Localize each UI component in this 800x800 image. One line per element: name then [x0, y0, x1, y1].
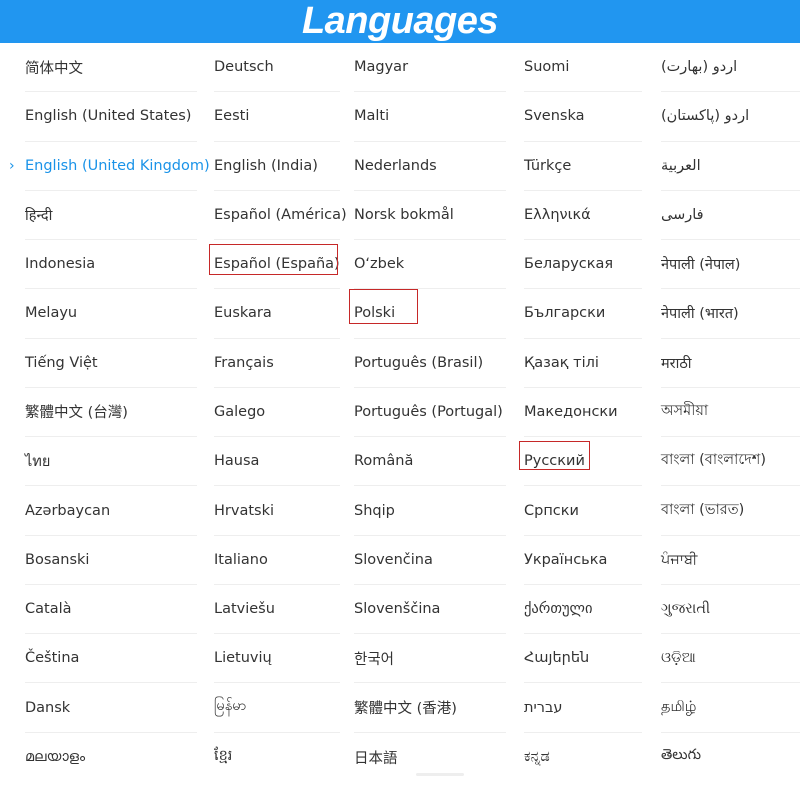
language-item[interactable]: Türkçe [524, 142, 642, 191]
language-item-selected[interactable]: › English (United Kingdom) [9, 142, 210, 191]
language-item[interactable]: עברית [524, 683, 642, 733]
language-item[interactable]: Հայերեն [524, 634, 642, 684]
language-item[interactable]: Čeština [25, 634, 197, 684]
language-item[interactable]: Indonesia [25, 240, 197, 290]
language-item[interactable]: 繁體中文 (台灣) [25, 388, 197, 438]
language-item[interactable]: Polski [354, 289, 506, 339]
language-item[interactable]: Қазақ тілі [524, 339, 642, 388]
language-item[interactable]: ଓଡ଼ିଆ [661, 634, 800, 684]
language-item[interactable]: Norsk bokmål [354, 191, 506, 241]
language-grid: 简体中文 English (United States) › English (… [0, 43, 800, 800]
header-bar: Languages [0, 0, 800, 43]
language-item[interactable]: ខ្មែរ [214, 733, 340, 782]
language-item[interactable]: Español (América) [214, 191, 347, 241]
language-item[interactable]: English (India) [214, 142, 340, 191]
language-item[interactable]: বাংলা (বাংলাদেশ) [661, 437, 800, 487]
page-title: Languages [301, 0, 499, 42]
language-item[interactable]: Hausa [214, 437, 340, 487]
language-item[interactable]: नेपाली (भारत) [661, 289, 800, 339]
language-item[interactable]: Bosanski [25, 536, 197, 585]
language-item[interactable]: ಕನ್ನಡ [524, 733, 642, 782]
language-column-3: Magyar Malti Nederlands Norsk bokmål O‘z… [354, 43, 506, 782]
language-column-4: Suomi Svenska Türkçe Ελληνικά Беларуская… [524, 43, 642, 782]
language-item[interactable]: ગુજરાતી [661, 585, 800, 635]
language-item[interactable]: Tiếng Việt [25, 339, 197, 388]
language-item[interactable]: বাংলা (ভারত) [661, 486, 800, 536]
language-item[interactable]: Русский [524, 437, 642, 487]
language-item[interactable]: Shqip [354, 486, 506, 536]
language-item[interactable]: Slovenščina [354, 585, 506, 635]
language-item[interactable]: Ελληνικά [524, 191, 642, 241]
language-item[interactable]: Português (Brasil) [354, 339, 506, 388]
language-item[interactable]: Slovenčina [354, 536, 506, 585]
language-item[interactable]: Català [25, 585, 197, 635]
language-column-2: Deutsch Eesti English (India) Español (A… [214, 43, 347, 782]
language-item[interactable]: Melayu [25, 289, 197, 339]
language-item[interactable]: ไทย [25, 437, 197, 487]
language-item[interactable]: 繁體中文 (香港) [354, 683, 506, 733]
language-label: English (United Kingdom) [25, 157, 210, 174]
language-item[interactable]: O‘zbek [354, 240, 506, 290]
selected-chevron-icon: › [9, 157, 15, 174]
language-item[interactable]: Nederlands [354, 142, 506, 191]
language-item[interactable]: Dansk [25, 683, 197, 733]
language-column-5: اردو (بھارت) اردو (پاکستان) العربية فارس… [661, 43, 800, 782]
language-item[interactable]: नेपाली (नेपाल) [661, 240, 800, 290]
language-item[interactable]: اردو (بھارت) [661, 43, 800, 93]
language-item[interactable]: Italiano [214, 536, 340, 585]
language-item[interactable]: Deutsch [214, 43, 340, 93]
language-item[interactable]: ქართული [524, 585, 642, 635]
language-item[interactable]: ਪੰਜਾਬੀ [661, 536, 800, 585]
language-item[interactable]: Українська [524, 536, 642, 585]
language-item[interactable]: हिन्दी [25, 191, 197, 241]
language-item[interactable]: Galego [214, 388, 340, 438]
language-item[interactable]: മലയാളം [25, 733, 197, 782]
language-item[interactable]: اردو (پاکستان) [661, 92, 800, 142]
language-item[interactable]: Беларуская [524, 240, 642, 290]
language-item[interactable]: Lietuvių [214, 634, 340, 684]
language-item[interactable]: Hrvatski [214, 486, 340, 536]
language-item[interactable]: 简体中文 [25, 43, 197, 93]
language-item[interactable]: English (United States) [25, 92, 197, 142]
language-item[interactable]: Български [524, 289, 642, 339]
language-item[interactable]: Malti [354, 92, 506, 142]
language-item[interactable]: فارسی [661, 191, 800, 241]
language-item[interactable]: Euskara [214, 289, 340, 339]
language-item[interactable]: Suomi [524, 43, 642, 93]
language-item[interactable]: मराठी [661, 339, 800, 388]
language-item[interactable]: Français [214, 339, 340, 388]
scroll-indicator [416, 773, 464, 776]
language-item[interactable]: Македонски [524, 388, 642, 438]
language-item[interactable]: Svenska [524, 92, 642, 142]
language-item[interactable]: Српски [524, 486, 642, 536]
language-item[interactable]: অসমীয়া [661, 388, 800, 438]
language-item[interactable]: 한국어 [354, 634, 506, 684]
language-item[interactable]: မြန်မာ [214, 683, 340, 733]
language-column-1: 简体中文 English (United States) › English (… [9, 43, 210, 782]
language-item[interactable]: தமிழ் [661, 683, 800, 733]
language-item[interactable]: Eesti [214, 92, 340, 142]
language-item[interactable]: Azərbaycan [25, 486, 197, 536]
language-item[interactable]: Latviešu [214, 585, 340, 635]
language-item[interactable]: తెలుగు [661, 733, 800, 782]
language-item[interactable]: Magyar [354, 43, 506, 93]
language-item[interactable]: Português (Portugal) [354, 388, 506, 438]
language-item[interactable]: Español (España) [214, 240, 340, 290]
language-item[interactable]: Română [354, 437, 506, 487]
language-item[interactable]: العربية [661, 142, 800, 191]
